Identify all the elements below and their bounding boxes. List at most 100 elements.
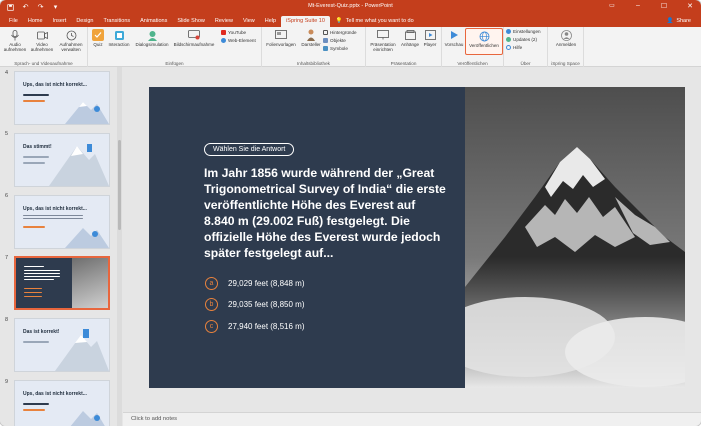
player-button[interactable]: Player [421, 29, 439, 47]
character-icon [305, 29, 317, 41]
ribbon-tabs: File Home Insert Design Transitions Anim… [4, 14, 414, 27]
group-ispring-space: Anmelden iSpring Space [548, 27, 584, 67]
ribbon-tabs-bar: File Home Insert Design Transitions Anim… [0, 14, 701, 27]
symbols-icon [323, 46, 328, 51]
close-icon[interactable]: ✕ [685, 2, 695, 10]
play-icon [448, 29, 460, 41]
slide-thumbnail-5[interactable]: Das stimmt! [14, 133, 110, 187]
tab-file[interactable]: File [4, 16, 23, 27]
mountain-illustration [65, 102, 109, 124]
youtube-icon [221, 30, 226, 35]
preview-button[interactable]: Vorschau [443, 29, 465, 47]
window-controls: ▭ – ☐ ✕ [607, 2, 695, 10]
tab-home[interactable]: Home [23, 16, 48, 27]
slide-templates-button[interactable]: Folienvorlagen [264, 29, 298, 47]
person-icon: 👤 [666, 18, 674, 24]
answer-option-c[interactable]: c 27,940 feet (8,516 m) [205, 320, 305, 333]
answer-option-b[interactable]: b 29,035 feet (8,850 m) [205, 298, 305, 311]
publish-button[interactable]: Veröffentlichen [465, 28, 503, 55]
slide-thumbnail-panel[interactable]: 4 Ups, das ist nicht korrekt... 5 Das st… [0, 67, 120, 426]
tell-me-search[interactable]: 💡 Tell me what you want to do [336, 16, 414, 27]
help-button[interactable]: Hilfe [506, 45, 522, 50]
presentation-setup-button[interactable]: Präsentation einrichten [368, 29, 398, 52]
settings-button[interactable]: Einstellungen [506, 29, 541, 34]
group-sprach-video: Audio aufnehmen Video aufnehmen Aufnahme… [0, 27, 88, 67]
group-veroeffentlichen: Vorschau Veröffentlichen Veröffentlichen [442, 27, 504, 67]
thumbnail-scrollbar[interactable] [117, 67, 122, 426]
share-button[interactable]: 👤 Share [666, 16, 691, 26]
presentation-setup-icon [377, 29, 389, 41]
tab-design[interactable]: Design [71, 16, 98, 27]
answer-letter: b [205, 298, 218, 311]
screen-recording-button[interactable]: Bildschirmaufnahme [172, 29, 216, 47]
gear-icon [506, 29, 511, 34]
youtube-button[interactable]: YouTube [221, 30, 246, 35]
thumbnail-number: 4 [5, 70, 9, 76]
answer-text: 27,940 feet (8,516 m) [228, 322, 305, 331]
mountain-illustration [49, 144, 109, 186]
tab-transitions[interactable]: Transitions [98, 16, 135, 27]
tab-insert[interactable]: Insert [48, 16, 72, 27]
tab-ispring-suite[interactable]: iSpring Suite 10 [281, 16, 330, 27]
clock-icon [65, 29, 77, 41]
dialog-simulation-button[interactable]: Dialogsimulation [134, 29, 170, 47]
screen-recording-icon [188, 29, 200, 41]
mountain-illustration [55, 329, 109, 371]
group-praesentation: Präsentation einrichten Anhänge Player P… [366, 27, 442, 67]
mountain-illustration [70, 411, 105, 426]
updates-icon [506, 37, 511, 42]
mountain-illustration [65, 228, 109, 248]
tab-review[interactable]: Review [210, 16, 238, 27]
backgrounds-button[interactable]: Hintergründe [323, 30, 357, 35]
thumbnail-number: 8 [5, 317, 9, 323]
slide-thumbnail-8[interactable]: Das ist korrekt! [14, 318, 110, 372]
quiz-button[interactable]: Quiz [90, 29, 106, 47]
audio-record-button[interactable]: Audio aufnehmen [4, 29, 26, 52]
objects-icon [323, 38, 328, 43]
slide-thumbnail-4[interactable]: Ups, das ist nicht korrekt... [14, 71, 110, 125]
interaction-icon [113, 29, 125, 41]
choose-answer-pill: Wählen Sie die Antwort [204, 143, 295, 156]
thumbnail-number: 9 [5, 379, 9, 385]
tab-animations[interactable]: Animations [135, 16, 172, 27]
maximize-icon[interactable]: ☐ [659, 2, 669, 10]
tab-view[interactable]: View [238, 16, 260, 27]
backgrounds-icon [323, 30, 328, 35]
dialog-simulation-icon [146, 29, 158, 41]
manage-recordings-button[interactable]: Aufnahmen verwalten [58, 29, 84, 52]
notes-pane[interactable]: Click to add notes [123, 412, 701, 426]
symbols-button[interactable]: Symbole [323, 46, 348, 51]
attachments-button[interactable]: Anhänge [400, 29, 420, 47]
main-slide[interactable]: Wählen Sie die Antwort Im Jahr 1856 wurd… [149, 87, 685, 388]
thumbnail-number: 6 [5, 193, 9, 199]
mountain-photo [72, 258, 108, 308]
share-label: Share [676, 18, 691, 24]
slide-thumbnail-7[interactable] [14, 256, 110, 310]
objects-button[interactable]: Objekte [323, 38, 346, 43]
answer-text: 29,035 feet (8,850 m) [228, 300, 305, 309]
ribbon-options-icon[interactable]: ▭ [607, 2, 617, 10]
minimize-icon[interactable]: – [633, 2, 643, 10]
sign-in-button[interactable]: Anmelden [551, 29, 581, 47]
updates-button[interactable]: Updates (2) [506, 37, 537, 42]
thumbnail-number: 7 [5, 255, 9, 261]
mountain-photo [435, 87, 685, 388]
tab-help[interactable]: Help [260, 16, 281, 27]
slide-thumbnail-6[interactable]: Ups, das ist nicht korrekt... [14, 195, 110, 249]
microphone-icon [9, 29, 21, 41]
thumbnail-title: Ups, das ist nicht korrekt... [23, 206, 87, 212]
thumbnail-title: Ups, das ist nicht korrekt... [23, 82, 87, 88]
user-circle-icon [560, 29, 572, 41]
tab-slide-show[interactable]: Slide Show [172, 16, 210, 27]
web-element-button[interactable]: Web-Element [221, 38, 256, 43]
answer-option-a[interactable]: a 29,029 feet (8,848 m) [205, 277, 305, 290]
thumbnail-scrollbar-thumb[interactable] [118, 140, 121, 230]
interaction-button[interactable]: Interaction [107, 29, 131, 47]
thumbnail-title: Ups, das ist nicht korrekt... [23, 391, 87, 397]
group-ueber: Einstellungen Updates (2) Hilfe Über [504, 27, 548, 67]
slide-thumbnail-9[interactable]: Ups, das ist nicht korrekt... [14, 380, 110, 426]
video-record-button[interactable]: Video aufnehmen [30, 29, 54, 52]
group-einfuegen: Quiz Interaction Dialogsimulation Bildsc… [88, 27, 262, 67]
characters-button[interactable]: Darsteller [300, 29, 322, 47]
answer-letter: a [205, 277, 218, 290]
